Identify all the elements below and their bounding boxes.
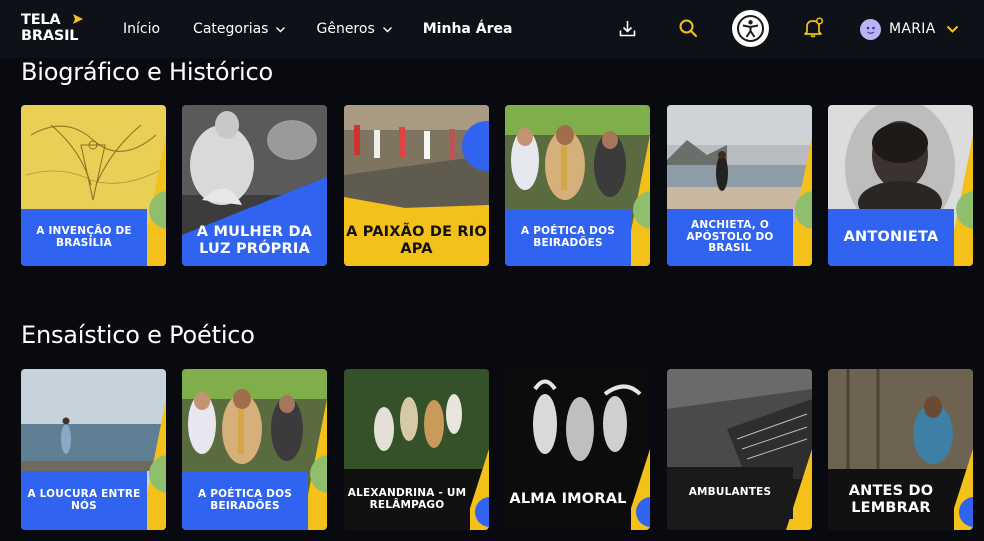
card-title: ALEXANDRINA - UM RELÂMPAGO [347, 486, 467, 511]
accessibility-button[interactable] [732, 10, 769, 47]
title-card[interactable]: ALMA IMORAL [505, 369, 650, 530]
title-card[interactable]: A MULHER DA LUZ PRÓPRIA [182, 105, 327, 266]
card-title-band: A POÉTICA DOS BEIRADÕES [182, 471, 308, 530]
card-title: A POÉTICA DOS BEIRADÕES [521, 224, 615, 249]
card-title-band: ALEXANDRINA - UM RELÂMPAGO [344, 469, 470, 530]
logo-mark-icon [73, 14, 83, 24]
card-title: ANTONIETA [843, 229, 939, 246]
card-title-band: ANCHIETA, O APÓSTOLO DO BRASIL [667, 209, 793, 266]
card-title-band: A LOUCURA ENTRE NÓS [21, 471, 147, 530]
title-card[interactable]: ANTONIETA [828, 105, 973, 266]
card-title: A LOUCURA ENTRE NÓS [27, 487, 141, 512]
title-card[interactable]: A INVENÇÃO DE BRASÍLIA [21, 105, 166, 266]
card-title-band: ANTES DO LEMBRAR [828, 469, 954, 530]
card-title-band: A INVENÇÃO DE BRASÍLIA [21, 209, 147, 266]
chevron-down-icon [946, 25, 958, 33]
card-title-band: A MULHER DA LUZ PRÓPRIA [182, 215, 327, 266]
nav-categorias-label: Categorias [193, 21, 269, 37]
carousel-ensaistico: A LOUCURA ENTRE NÓS A POÉTICA DOS BEIRAD… [21, 369, 973, 530]
chevron-down-icon [382, 26, 392, 32]
user-menu[interactable]: MARIA [860, 17, 959, 41]
user-name: MARIA [889, 21, 936, 37]
chevron-down-icon [276, 26, 286, 32]
card-title-band: A PAIXÃO DE RIO APA [344, 215, 489, 266]
card-title: ANCHIETA, O APÓSTOLO DO BRASIL [686, 218, 774, 255]
search-icon[interactable] [678, 18, 698, 38]
main-nav: Início Categorias Gêneros Minha Área [123, 19, 512, 39]
card-title-band: ALMA IMORAL [505, 469, 631, 530]
notification-bell-icon[interactable] [803, 17, 824, 38]
nav-generos-dropdown[interactable]: Gêneros [316, 21, 392, 37]
top-navigation-bar: TELA BRASIL Início Categorias Gêneros Mi… [0, 0, 984, 58]
download-icon[interactable] [618, 19, 637, 38]
card-title: A POÉTICA DOS BEIRADÕES [198, 487, 292, 512]
logo-text-line2: BRASIL [21, 28, 79, 44]
tela-brasil-logo[interactable]: TELA BRASIL [21, 13, 93, 43]
section-title-biografico: Biográfico e Histórico [21, 58, 273, 86]
title-card[interactable]: A POÉTICA DOS BEIRADÕES [505, 105, 650, 266]
nav-generos-label: Gêneros [316, 21, 375, 37]
card-title: ALMA IMORAL [509, 491, 627, 508]
nav-inicio[interactable]: Início [123, 21, 160, 37]
title-card[interactable]: A POÉTICA DOS BEIRADÕES [182, 369, 327, 530]
card-title: A MULHER DA LUZ PRÓPRIA [196, 224, 313, 257]
card-title: A PAIXÃO DE RIO APA [346, 224, 487, 257]
card-title: ANTES DO LEMBRAR [848, 483, 934, 516]
avatar-face-icon [866, 26, 875, 34]
card-title-band: A POÉTICA DOS BEIRADÕES [505, 209, 631, 266]
title-card[interactable]: ANCHIETA, O APÓSTOLO DO BRASIL [667, 105, 812, 266]
avatar [860, 18, 881, 40]
card-title: AMBULANTES [688, 486, 772, 499]
nav-categorias-dropdown[interactable]: Categorias [193, 21, 286, 37]
accessibility-icon [737, 15, 764, 42]
section-title-ensaistico: Ensaístico e Poético [21, 321, 255, 349]
title-card[interactable]: ANTES DO LEMBRAR [828, 369, 973, 530]
carousel-biografico: A INVENÇÃO DE BRASÍLIA A MULHER DA LUZ P… [21, 105, 973, 266]
nav-minha-area[interactable]: Minha Área [423, 21, 513, 37]
card-title-band: AMBULANTES [667, 467, 793, 519]
card-title: A INVENÇÃO DE BRASÍLIA [36, 224, 132, 249]
title-card[interactable]: A PAIXÃO DE RIO APA [344, 105, 489, 266]
title-card[interactable]: ALEXANDRINA - UM RELÂMPAGO [344, 369, 489, 530]
title-card[interactable]: AMBULANTES [667, 369, 812, 530]
title-card[interactable]: A LOUCURA ENTRE NÓS [21, 369, 166, 530]
card-title-band: ANTONIETA [828, 209, 954, 266]
